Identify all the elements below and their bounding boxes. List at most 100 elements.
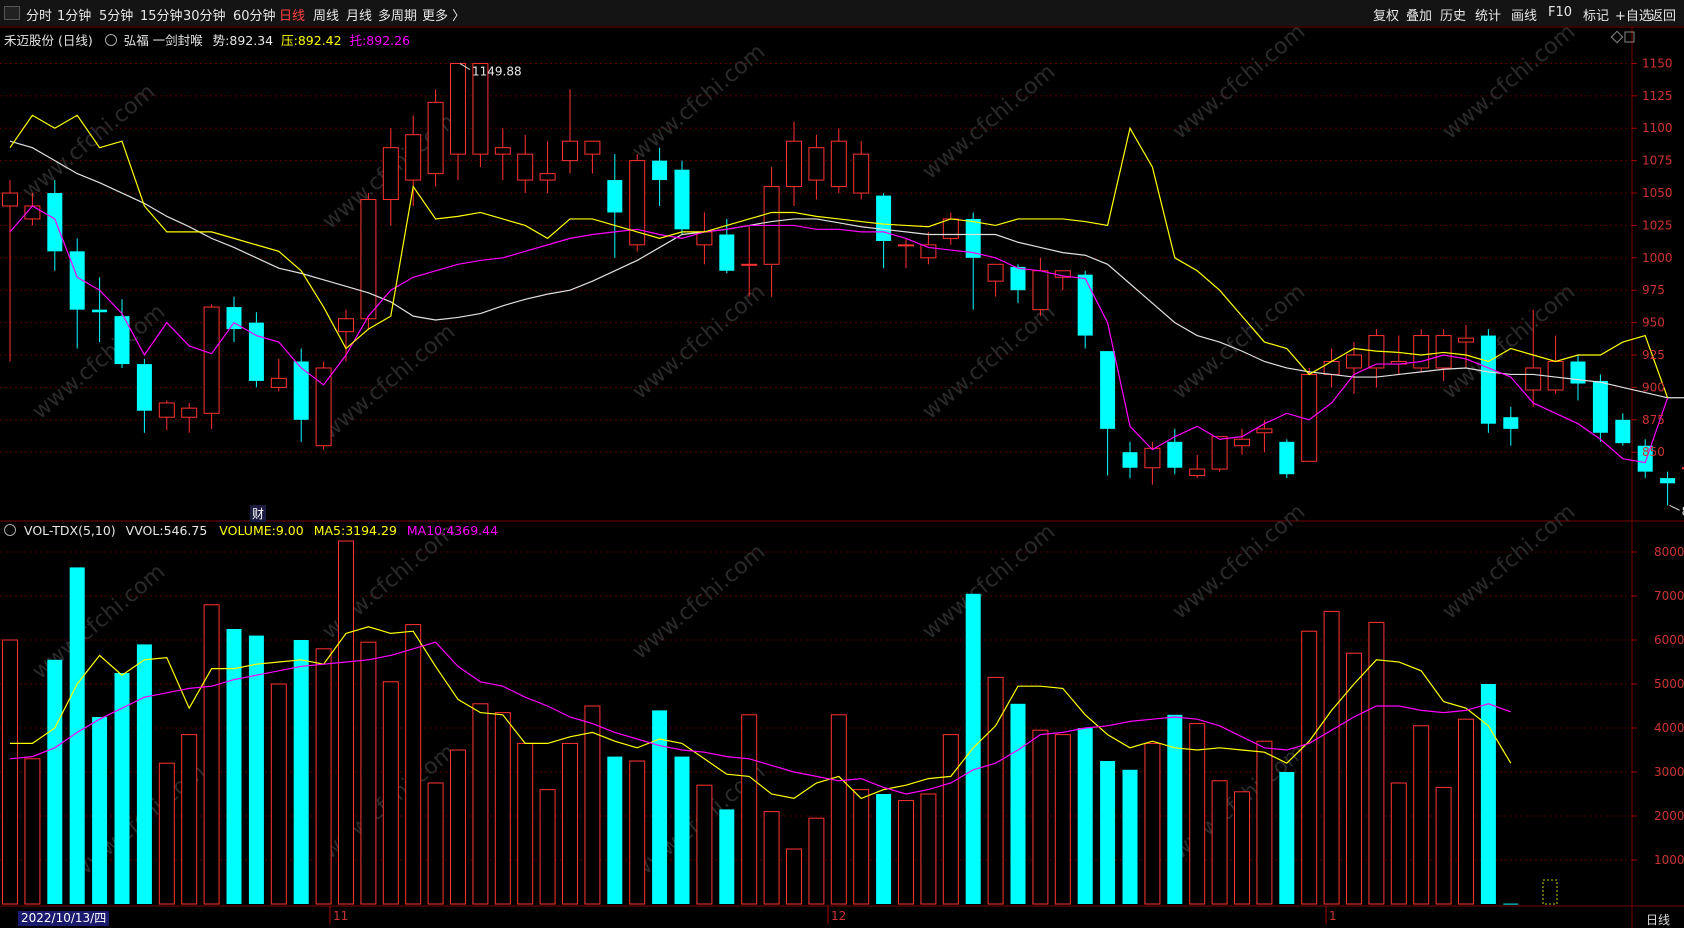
finance-badge[interactable]: 财 bbox=[250, 505, 267, 522]
candle[interactable] bbox=[1211, 436, 1228, 472]
candle[interactable] bbox=[696, 212, 713, 265]
volume-bar-up[interactable] bbox=[741, 714, 758, 905]
volume-bar-up[interactable] bbox=[1144, 742, 1161, 905]
tab-2[interactable]: 5分钟 bbox=[99, 5, 133, 24]
volume-bar-up[interactable] bbox=[786, 848, 802, 905]
volume-bar-up[interactable] bbox=[1211, 780, 1228, 905]
tab-4[interactable]: 30分钟 bbox=[183, 5, 226, 24]
candle[interactable] bbox=[427, 89, 444, 187]
candle[interactable] bbox=[136, 358, 152, 433]
candle[interactable] bbox=[763, 167, 780, 297]
candle[interactable] bbox=[226, 296, 242, 343]
volume-bar-up[interactable] bbox=[1234, 791, 1250, 905]
candle[interactable] bbox=[382, 128, 399, 226]
panel-resize-icon[interactable] bbox=[1624, 31, 1635, 43]
candle[interactable] bbox=[853, 141, 870, 200]
candle[interactable] bbox=[517, 134, 534, 194]
candle[interactable] bbox=[1234, 428, 1250, 455]
volume-bar-up[interactable] bbox=[1390, 782, 1407, 905]
candle[interactable] bbox=[1167, 428, 1183, 475]
tab-5[interactable]: 60分钟 bbox=[233, 5, 276, 24]
volume-bar-up[interactable] bbox=[920, 793, 937, 905]
volume-bar-up[interactable] bbox=[562, 742, 578, 905]
candle[interactable] bbox=[607, 154, 623, 258]
candle[interactable] bbox=[203, 304, 220, 429]
volume-bar-up[interactable] bbox=[853, 789, 870, 905]
candle[interactable] bbox=[942, 212, 959, 245]
toolbar-button-2[interactable]: 历史 bbox=[1440, 5, 1466, 24]
volume-bar-up[interactable] bbox=[584, 705, 601, 905]
tab-0[interactable]: 分时 bbox=[26, 5, 52, 24]
volume-toggle-icon[interactable] bbox=[4, 524, 16, 536]
stock-title[interactable]: 禾迈股份 (日线) bbox=[4, 33, 93, 48]
volume-bar-down[interactable] bbox=[1279, 772, 1295, 904]
toolbar-button-4[interactable]: 画线 bbox=[1511, 5, 1537, 24]
candle[interactable] bbox=[830, 128, 847, 194]
candle[interactable] bbox=[1279, 439, 1295, 479]
candle[interactable] bbox=[629, 154, 646, 252]
diamond-icon[interactable] bbox=[1610, 30, 1624, 44]
tab-6[interactable]: 日线 bbox=[279, 5, 305, 24]
volume-bar-up[interactable] bbox=[450, 749, 466, 905]
candle[interactable] bbox=[158, 400, 175, 431]
candle[interactable] bbox=[1032, 257, 1049, 317]
volume-bar-down[interactable] bbox=[876, 794, 892, 904]
candle[interactable] bbox=[1413, 329, 1430, 372]
volume-bar-up[interactable] bbox=[1435, 786, 1452, 905]
candle[interactable] bbox=[898, 238, 914, 269]
candle[interactable] bbox=[1054, 270, 1071, 291]
volume-bar-up[interactable] bbox=[696, 784, 713, 905]
volume-bar-down[interactable] bbox=[47, 659, 63, 904]
volume-bar-up[interactable] bbox=[315, 648, 332, 905]
candle[interactable] bbox=[876, 193, 892, 269]
volume-bar-up[interactable] bbox=[203, 604, 220, 905]
candle[interactable] bbox=[1503, 406, 1519, 446]
volume-bar-up[interactable] bbox=[808, 817, 825, 905]
tab-3[interactable]: 15分钟 bbox=[140, 5, 183, 24]
candle[interactable] bbox=[114, 299, 130, 368]
indicator-toggle-icon[interactable] bbox=[104, 34, 117, 46]
tab-8[interactable]: 月线 bbox=[346, 5, 372, 24]
tab-1[interactable]: 1分钟 bbox=[57, 5, 91, 24]
candle[interactable] bbox=[562, 89, 578, 174]
candle[interactable] bbox=[494, 128, 511, 181]
candle[interactable] bbox=[1592, 374, 1608, 442]
tab-10[interactable]: 更多 〉 bbox=[422, 5, 465, 24]
volume-bar-up[interactable] bbox=[1323, 610, 1340, 905]
volume-bar-up[interactable] bbox=[763, 811, 780, 905]
volume-bar-down[interactable] bbox=[607, 756, 623, 904]
volume-bar-up[interactable] bbox=[517, 742, 534, 905]
candle[interactable] bbox=[360, 193, 377, 330]
toolbar-button-1[interactable]: 叠加 bbox=[1406, 5, 1432, 24]
candle[interactable] bbox=[1368, 329, 1385, 388]
candle[interactable] bbox=[1323, 348, 1340, 388]
candle[interactable] bbox=[338, 309, 354, 362]
toolbar-button-8[interactable]: 返回 bbox=[1650, 5, 1676, 24]
candle[interactable] bbox=[1480, 329, 1496, 433]
candle[interactable] bbox=[1010, 264, 1026, 304]
volume-bar-up[interactable] bbox=[1301, 630, 1318, 905]
volume-bar-up[interactable] bbox=[1054, 734, 1071, 905]
volume-bar-up[interactable] bbox=[830, 714, 847, 905]
footer-period-label[interactable]: 日线 bbox=[1646, 911, 1670, 928]
volume-bar-up[interactable] bbox=[405, 624, 422, 905]
volume-bar-down[interactable] bbox=[1167, 714, 1183, 904]
candle[interactable] bbox=[652, 147, 668, 206]
volume-bar-up[interactable] bbox=[270, 683, 287, 905]
volume-bar-down[interactable] bbox=[1100, 761, 1116, 904]
candle[interactable] bbox=[2, 180, 18, 362]
candle[interactable] bbox=[987, 263, 1004, 297]
volume-bar-up[interactable] bbox=[382, 681, 399, 905]
volume-bar-down[interactable] bbox=[1122, 769, 1138, 904]
candle[interactable] bbox=[539, 141, 556, 194]
volume-bar-down[interactable] bbox=[965, 593, 981, 904]
candle[interactable] bbox=[584, 140, 601, 174]
tab-7[interactable]: 周线 bbox=[313, 5, 339, 24]
volume-bar-up[interactable] bbox=[360, 641, 377, 905]
volume-bar-up[interactable] bbox=[427, 782, 444, 905]
candle[interactable] bbox=[1122, 441, 1138, 479]
candle[interactable] bbox=[1077, 270, 1093, 349]
toolbar-button-6[interactable]: 标记 bbox=[1583, 5, 1609, 24]
menu-icon[interactable] bbox=[4, 6, 20, 20]
volume-bar-up[interactable] bbox=[1032, 729, 1049, 905]
